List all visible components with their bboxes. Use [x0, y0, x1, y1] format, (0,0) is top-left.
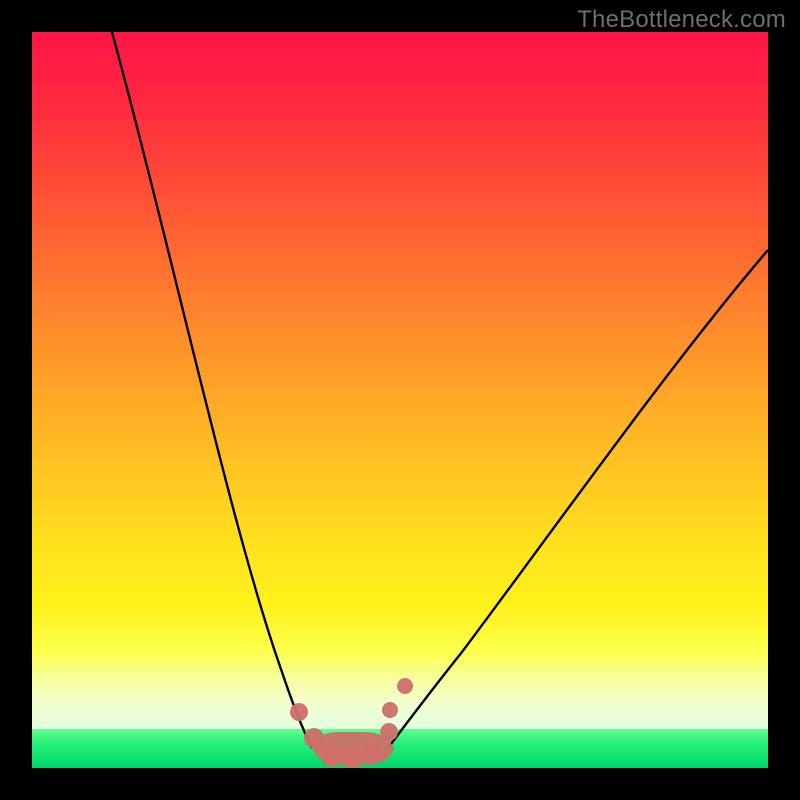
curve-right: [388, 250, 768, 748]
curve-left: [112, 32, 312, 748]
trough-dot: [380, 723, 398, 741]
outer-frame: TheBottleneck.com: [0, 0, 800, 800]
plot-area: [32, 32, 768, 768]
curve-layer: [32, 32, 768, 768]
trough-dot: [304, 728, 324, 748]
watermark-text: TheBottleneck.com: [577, 6, 786, 34]
trough-dot: [382, 702, 398, 718]
trough-dot: [341, 747, 363, 768]
trough-dot: [290, 703, 308, 721]
trough-dot: [397, 678, 413, 694]
trough-dot: [321, 745, 343, 767]
trough-dot: [362, 742, 382, 762]
trough-markers: [290, 678, 413, 768]
